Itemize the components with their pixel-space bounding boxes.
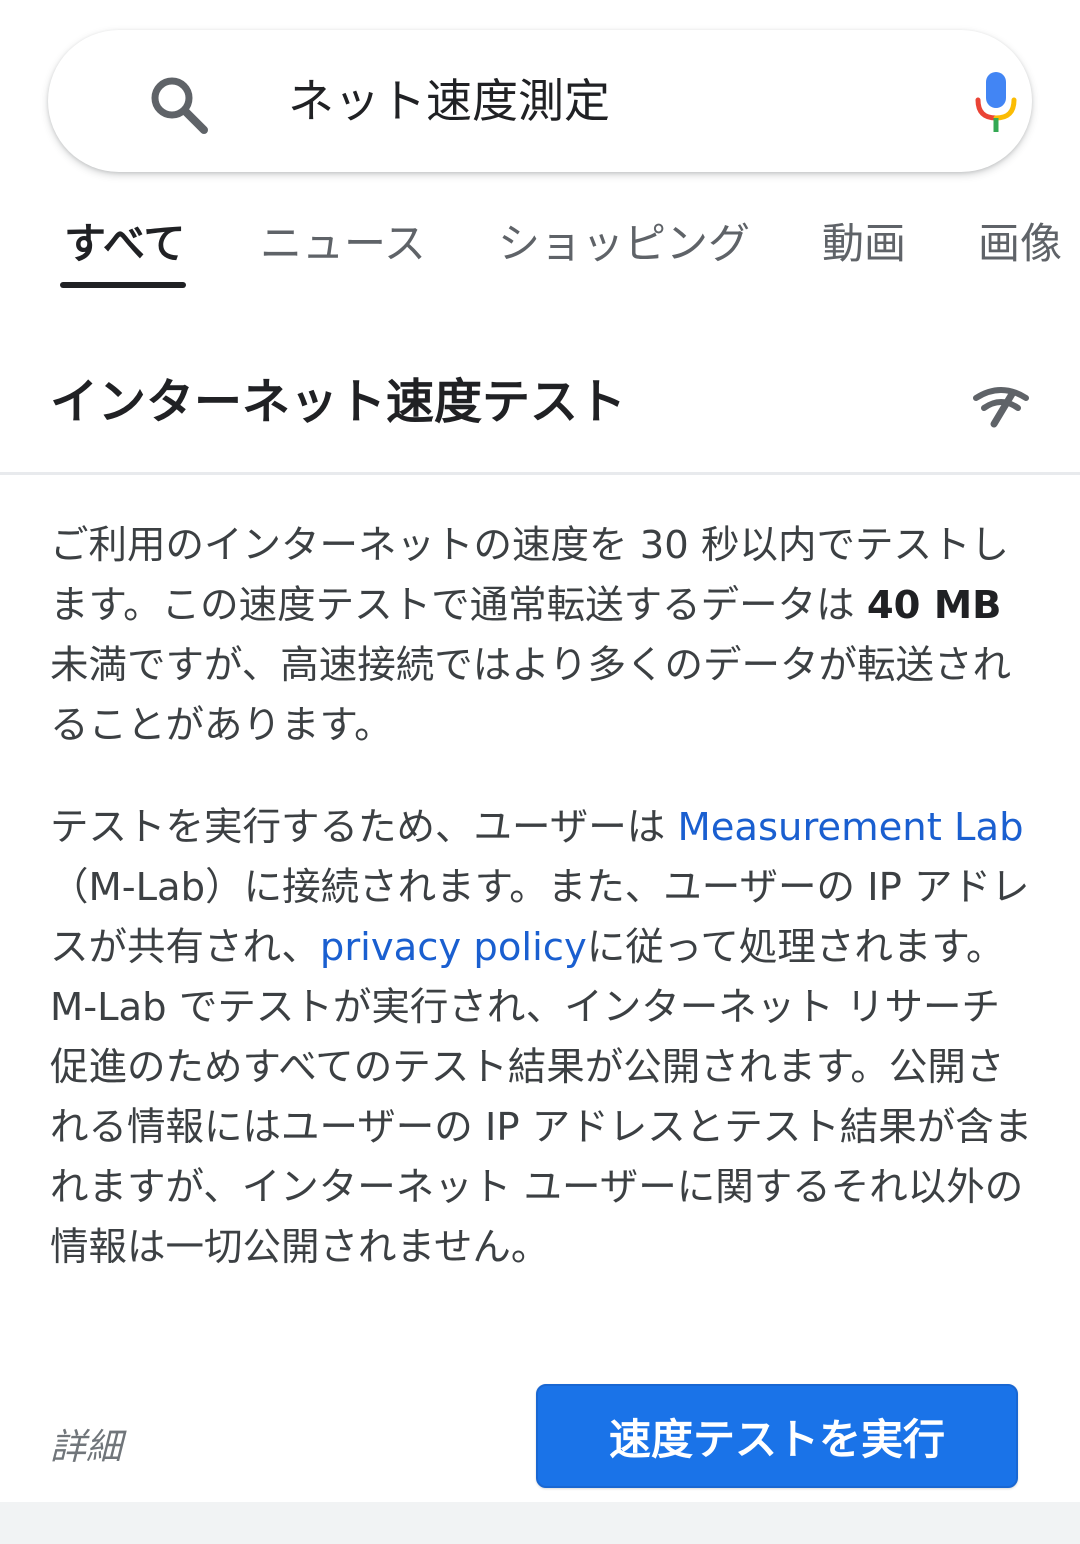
bottom-separator: [0, 1502, 1080, 1544]
divider: [0, 472, 1080, 475]
data-size-value: 40 MB: [866, 583, 1002, 628]
details-link[interactable]: 詳細: [50, 1420, 122, 1476]
microphone-icon[interactable]: [972, 70, 1020, 136]
run-speed-test-button[interactable]: 速度テストを実行: [536, 1384, 1018, 1488]
search-icon[interactable]: [148, 74, 210, 136]
tab-shopping[interactable]: ショッピング: [498, 214, 750, 274]
search-bar[interactable]: ネット速度測定: [48, 30, 1032, 172]
tab-all[interactable]: すべて: [64, 214, 185, 274]
card-title: インターネット速度テスト: [50, 374, 627, 430]
tab-videos[interactable]: 動画: [822, 214, 906, 274]
description-text-1: ご利用のインターネットの速度を 30 秒以内でテストします。この速度テストで通常…: [50, 523, 1009, 628]
search-input[interactable]: ネット速度測定: [288, 30, 610, 172]
measurement-lab-link[interactable]: Measurement Lab: [677, 805, 1023, 850]
privacy-text-3: に従って処理されます。M-Lab でテストが実行され、インターネット リサーチ促…: [50, 925, 1033, 1270]
tab-images[interactable]: 画像: [978, 214, 1062, 274]
privacy-policy-link[interactable]: privacy policy: [320, 925, 587, 970]
privacy-paragraph: テストを実行するため、ユーザーは Measurement Lab（M-Lab）に…: [50, 798, 1035, 1278]
tab-news[interactable]: ニュース: [260, 214, 426, 274]
description-paragraph: ご利用のインターネットの速度を 30 秒以内でテストします。この速度テストで通常…: [50, 516, 1035, 756]
search-results-page: ネット速度測定 すべて ニュース ショッピング 動画 画像 インターネット速度テ…: [0, 0, 1080, 1544]
description-text-2: 未満ですが、高速接続ではより多くのデータが転送されることがあります。: [50, 643, 1011, 748]
privacy-text-1: テストを実行するため、ユーザーは: [50, 805, 678, 850]
speed-test-icon: [973, 387, 1029, 428]
active-tab-indicator: [60, 282, 186, 288]
